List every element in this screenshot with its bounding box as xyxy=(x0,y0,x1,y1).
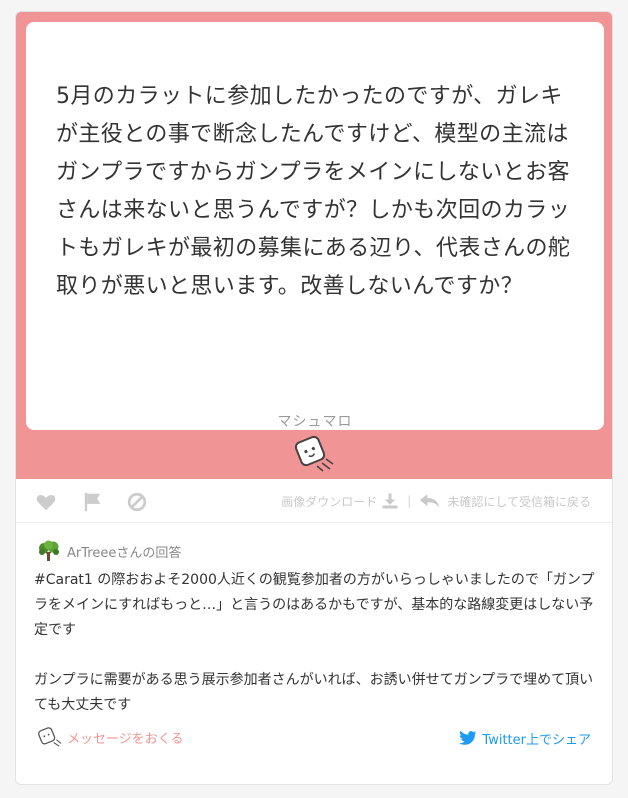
brand-watermark: マシュマロ xyxy=(277,414,353,430)
twitter-bird-icon[interactable] xyxy=(459,730,477,746)
separator: | xyxy=(407,494,412,508)
answer-body: #Carat1 の際おおよそ2000人近くの観覧参加者の方がいらっしゃいましたの… xyxy=(34,568,604,743)
question-box: 5月のカラットに参加したかったのですが、ガレキが主役との事で断念したんですけど、… xyxy=(26,22,604,430)
twitter-share-link[interactable]: Twitter上でシェア xyxy=(459,728,591,748)
marshmallow-small-icon xyxy=(38,727,62,747)
tree-avatar-icon xyxy=(39,540,59,561)
question-panel: 5月のカラットに参加したかったのですが、ガレキが主役との事で断念したんですけど、… xyxy=(16,12,612,479)
marshmallow-mascot-icon xyxy=(294,435,334,472)
answer-paragraph-2: ガンプラに需要がある思う展示参加者さんがいれば、お誘い併せてガンプラで埋めて頂い… xyxy=(34,672,594,713)
download-icon[interactable] xyxy=(381,492,399,510)
answer-header: ArTreeeさんの回答 xyxy=(37,540,181,562)
right-actions: 画像ダウンロード | 未確認にして受信箱に戻る xyxy=(281,490,591,512)
heart-icon[interactable] xyxy=(35,491,57,513)
question-text: 5月のカラットに参加したかったのですが、ガレキが主役との事で断念したんですけど、… xyxy=(56,84,571,299)
image-download-link[interactable]: 画像ダウンロード xyxy=(281,493,377,510)
answer-paragraph-1: #Carat1 の際おおよそ2000人近くの観覧参加者の方がいらっしゃいましたの… xyxy=(34,572,595,638)
flag-icon[interactable] xyxy=(82,491,104,513)
reply-arrow-icon[interactable] xyxy=(419,492,441,510)
marshmallow-card: 5月のカラットに参加したかったのですが、ガレキが主役との事で断念したんですけど、… xyxy=(15,11,613,785)
send-message-link[interactable]: メッセージをおくる xyxy=(37,726,183,748)
share-label[interactable]: Twitter上でシェア xyxy=(482,729,591,748)
block-icon[interactable] xyxy=(126,491,148,513)
return-to-inbox-link[interactable]: 未確認にして受信箱に戻る xyxy=(447,493,591,510)
action-bar: 画像ダウンロード | 未確認にして受信箱に戻る xyxy=(16,479,612,523)
send-message-label[interactable]: メッセージをおくる xyxy=(67,728,183,747)
answer-author: ArTreeeさんの回答 xyxy=(67,545,182,561)
